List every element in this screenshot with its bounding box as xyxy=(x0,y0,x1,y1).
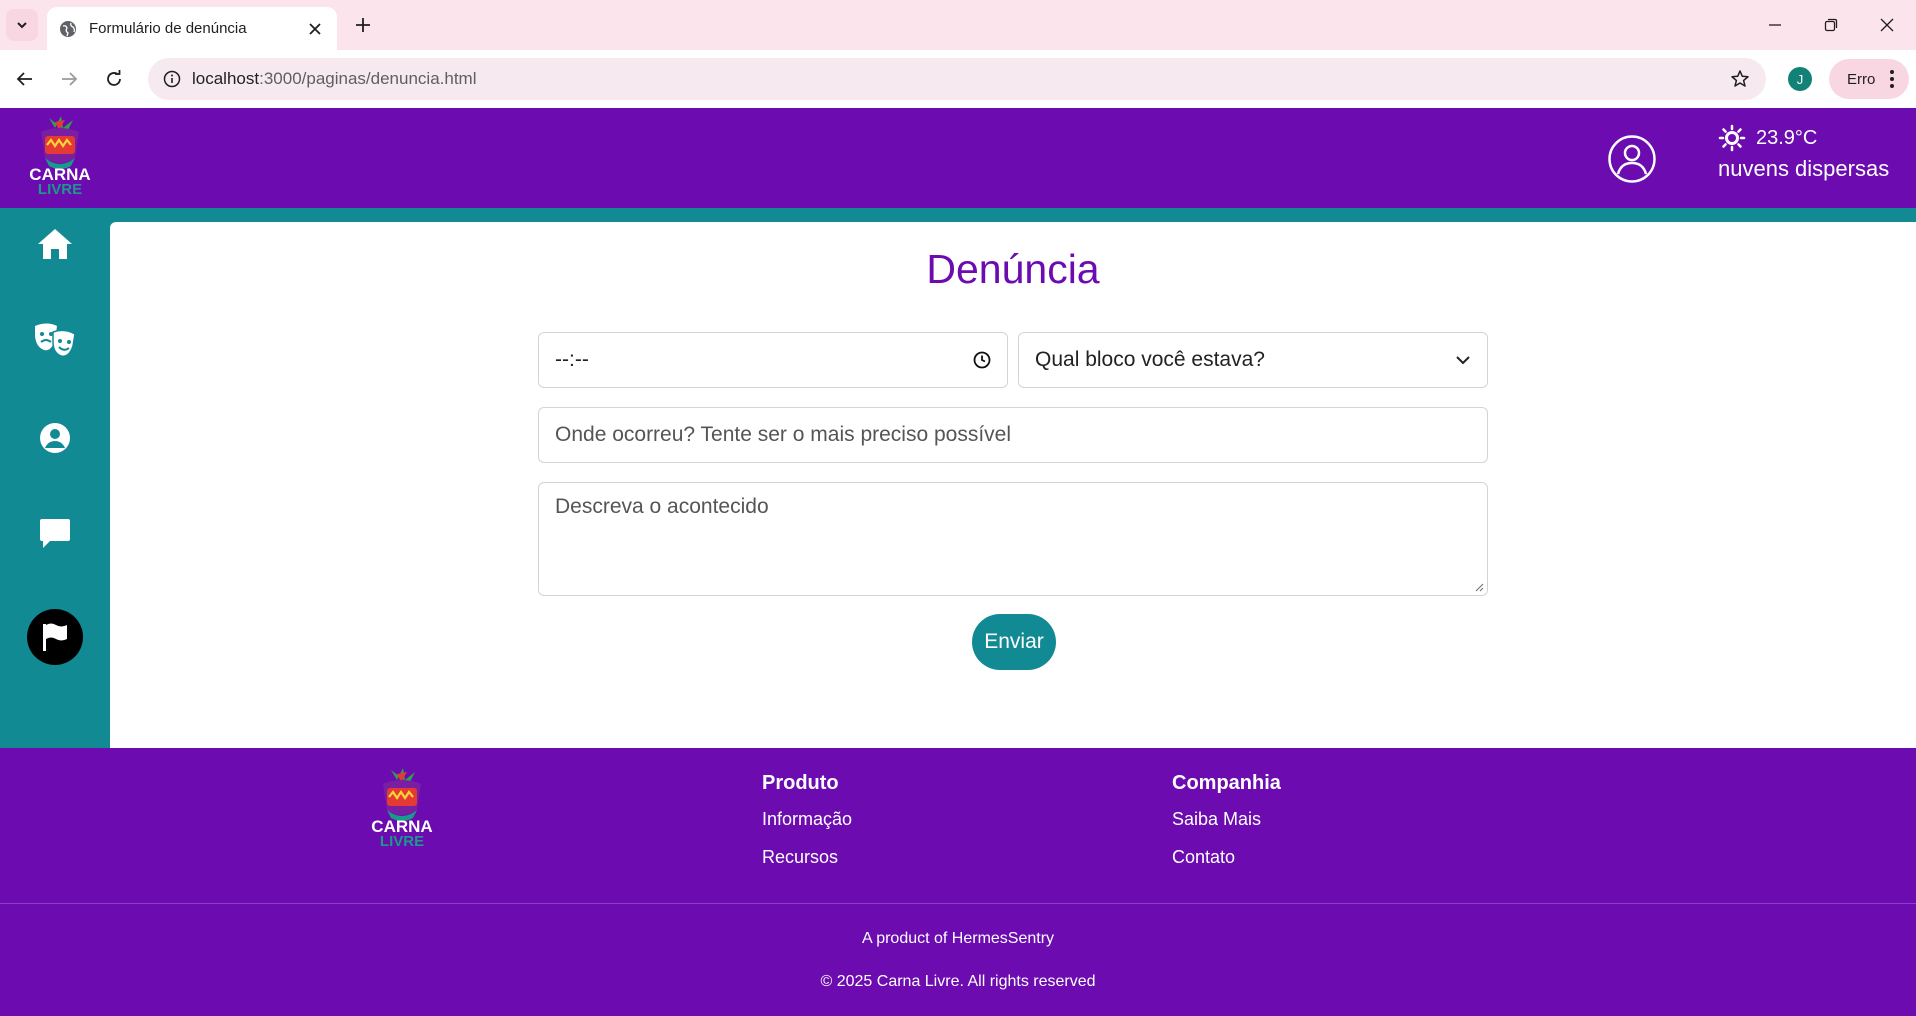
svg-text:LIVRE: LIVRE xyxy=(380,833,424,850)
site-info-icon[interactable] xyxy=(152,70,192,88)
new-tab-icon[interactable] xyxy=(350,12,376,38)
address-bar[interactable]: localhost:3000/paginas/denuncia.html xyxy=(148,58,1766,100)
chevron-down-icon xyxy=(1456,356,1470,365)
reload-icon[interactable] xyxy=(99,64,129,94)
weather-description: nuvens dispersas xyxy=(1718,156,1890,181)
flag-icon xyxy=(43,623,67,651)
footer-link-saiba-mais[interactable]: Saiba Mais xyxy=(1172,809,1281,830)
restore-icon[interactable] xyxy=(1818,12,1844,38)
description-placeholder: Descreva o acontecido xyxy=(555,495,769,518)
profile-error-label: Erro xyxy=(1847,70,1876,88)
page-title: Denúncia xyxy=(926,246,1100,292)
footer-copyright: © 2025 Carna Livre. All rights reserved xyxy=(820,973,1096,990)
footer-product-title: Produto xyxy=(762,772,839,794)
theater-masks-icon xyxy=(35,323,76,358)
minimize-icon[interactable] xyxy=(1762,12,1788,38)
footer-company-title: Companhia xyxy=(1172,772,1281,794)
bookmark-star-icon[interactable] xyxy=(1720,69,1760,89)
svg-text:LIVRE: LIVRE xyxy=(38,181,82,198)
sidebar-item-home[interactable] xyxy=(27,216,83,272)
site-header: CARNA LIVRE 23.9°C nuvens dispersas xyxy=(0,108,1916,208)
more-vertical-icon xyxy=(1890,70,1894,88)
back-icon[interactable] xyxy=(10,64,40,94)
comment-icon xyxy=(40,519,70,548)
location-input[interactable]: Onde ocorreu? Tente ser o mais preciso p… xyxy=(538,407,1488,463)
footer-credit: A product of HermesSentry xyxy=(861,930,1055,947)
sidebar-item-profile[interactable] xyxy=(27,410,83,466)
sidebar-item-denuncia[interactable] xyxy=(27,609,83,665)
close-tab-icon[interactable] xyxy=(305,19,325,39)
forward-icon[interactable] xyxy=(54,64,84,94)
profile-error-button[interactable]: Erro xyxy=(1829,59,1909,99)
clock-icon[interactable] xyxy=(973,351,991,369)
sidebar-nav xyxy=(0,208,110,748)
weather-widget: 23.9°C nuvens dispersas xyxy=(1718,124,1889,182)
footer-link-informacao[interactable]: Informação xyxy=(762,809,852,830)
chevron-down-icon xyxy=(17,22,27,29)
page: CARNA LIVRE 23.9°C nuvens dispersas Denú… xyxy=(0,108,1916,1016)
user-account-icon[interactable] xyxy=(1607,134,1657,184)
url-text: localhost:3000/paginas/denuncia.html xyxy=(192,69,477,88)
resize-handle-icon[interactable] xyxy=(1474,582,1484,592)
user-circle-icon xyxy=(40,423,70,453)
tab-title: Formulário de denúncia xyxy=(89,20,247,37)
bloco-select[interactable]: Qual bloco você estava? xyxy=(1018,332,1488,388)
globe-icon xyxy=(60,20,76,37)
browser-tab[interactable]: Formulário de denúncia xyxy=(47,7,337,50)
carna-livre-logo[interactable]: CARNA LIVRE xyxy=(25,114,95,198)
submit-button[interactable]: Enviar xyxy=(972,614,1056,670)
site-footer: CARNA LIVRE Produto Informação Recursos … xyxy=(0,748,1916,1016)
time-input[interactable]: --:-- xyxy=(538,332,1008,388)
browser-toolbar: localhost:3000/paginas/denuncia.html J E… xyxy=(0,50,1916,108)
location-input-placeholder: Onde ocorreu? Tente ser o mais preciso p… xyxy=(555,423,1012,446)
tab-search-button[interactable] xyxy=(6,9,38,41)
sidebar-item-blocos[interactable] xyxy=(27,312,83,368)
time-input-value: --:-- xyxy=(555,348,589,371)
footer-divider xyxy=(0,903,1916,904)
denuncia-form-panel: Denúncia --:-- Qual bloco você estava? O… xyxy=(110,222,1916,748)
sidebar-item-chat[interactable] xyxy=(27,506,83,562)
footer-company-column: Companhia Saiba Mais Contato xyxy=(1172,772,1281,885)
home-icon xyxy=(38,229,72,259)
footer-link-contato[interactable]: Contato xyxy=(1172,847,1281,868)
close-window-icon[interactable] xyxy=(1874,12,1900,38)
footer-link-recursos[interactable]: Recursos xyxy=(762,847,852,868)
browser-tab-strip: Formulário de denúncia xyxy=(0,0,1916,50)
footer-product-column: Produto Informação Recursos xyxy=(762,772,852,885)
bloco-select-value: Qual bloco você estava? xyxy=(1035,348,1265,371)
description-textarea[interactable]: Descreva o acontecido xyxy=(538,482,1488,596)
weather-temperature: 23.9°C xyxy=(1756,126,1818,149)
profile-avatar[interactable]: J xyxy=(1788,67,1812,91)
sun-icon xyxy=(1718,124,1746,152)
footer-logo[interactable]: CARNA LIVRE xyxy=(367,766,437,850)
